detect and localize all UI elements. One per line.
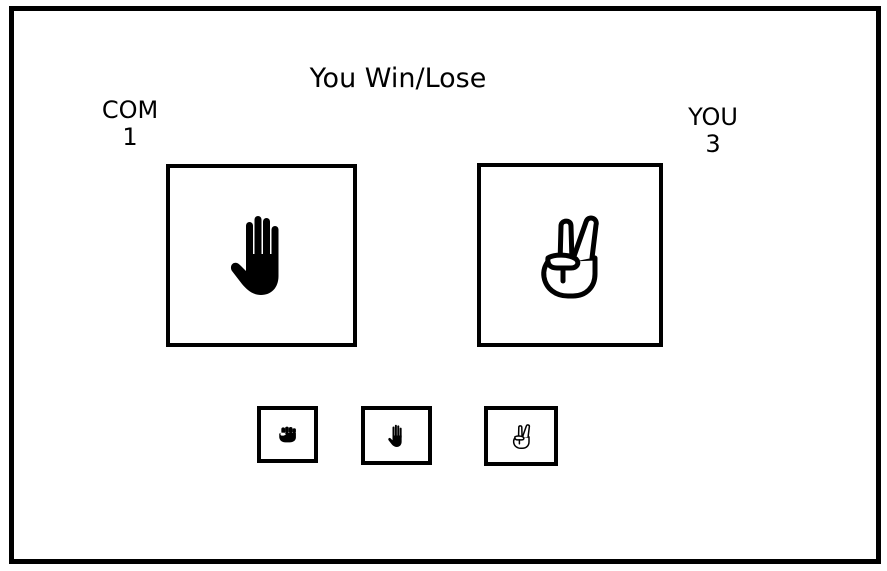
paper-hand-icon xyxy=(388,424,406,448)
rock-button[interactable] xyxy=(257,406,318,463)
com-scoreboard: COM 1 xyxy=(94,97,166,151)
com-hand-display xyxy=(166,164,357,347)
result-message: You Win/Lose xyxy=(309,63,487,94)
com-score: 1 xyxy=(122,123,138,151)
player-scoreboard: YOU 3 xyxy=(676,104,750,158)
player-hand-display xyxy=(477,163,663,347)
paper-button[interactable] xyxy=(361,406,432,465)
rock-fist-icon xyxy=(278,426,298,443)
player-label: YOU xyxy=(688,103,738,131)
paper-hand-icon xyxy=(230,214,294,298)
scissors-button[interactable] xyxy=(484,406,558,466)
scissors-hand-icon xyxy=(535,210,605,300)
com-label: COM xyxy=(101,96,159,124)
player-score: 3 xyxy=(705,130,721,158)
scissors-hand-icon xyxy=(511,422,532,450)
